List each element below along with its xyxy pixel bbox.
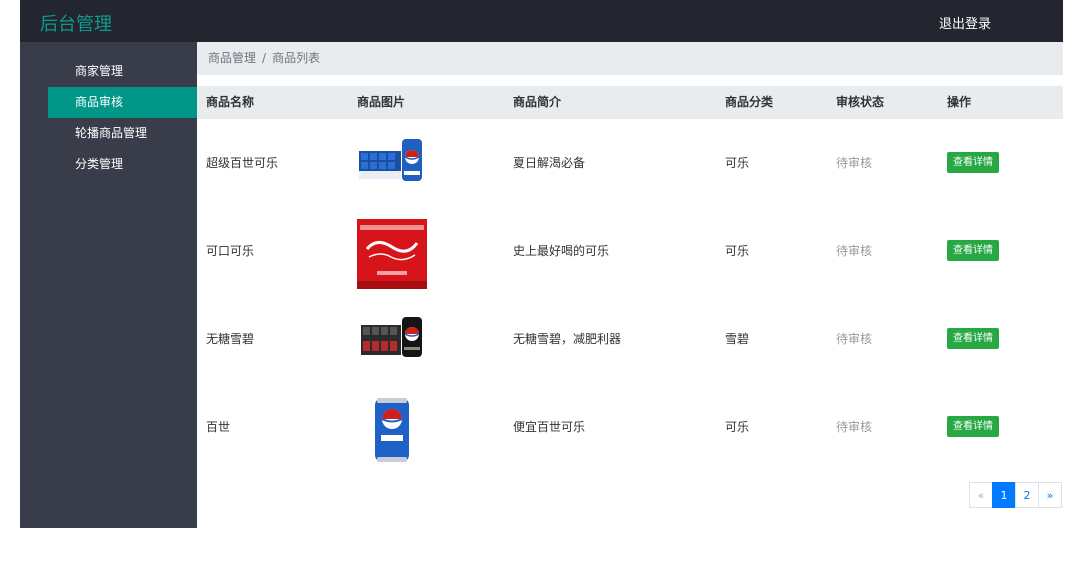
product-category: 可乐 — [725, 156, 750, 170]
column-header-image: 商品图片 — [357, 95, 406, 109]
pagination-next[interactable]: » — [1038, 482, 1062, 508]
coca-cola-box-icon — [357, 219, 427, 289]
pagination-page-1[interactable]: 1 — [992, 482, 1016, 508]
view-details-button[interactable]: 查看详情 — [947, 416, 999, 437]
sidebar-item-product-review[interactable]: 商品审核 — [48, 87, 197, 118]
product-name: 超级百世可乐 — [206, 156, 279, 170]
main-content: 商品管理 / 商品列表 商品名称 商品图片 商品简介 商品分类 审核状态 操作 超级… — [197, 42, 1063, 528]
breadcrumb-parent[interactable]: 商品管理 — [208, 51, 256, 65]
product-name: 百世 — [206, 420, 231, 434]
sidebar-item-label: 商家管理 — [75, 64, 124, 78]
table-row: 百世 便宜百世可乐 可乐 待审核 查看详情 — [197, 383, 1063, 471]
sidebar-item-label: 分类管理 — [75, 157, 124, 171]
product-name: 无糖雪碧 — [206, 332, 255, 346]
breadcrumb-separator: / — [262, 51, 267, 65]
product-name: 可口可乐 — [206, 244, 255, 258]
brand-title: 后台管理 — [40, 14, 112, 35]
column-header-action: 操作 — [947, 95, 972, 109]
sidebar-item-category[interactable]: 分类管理 — [48, 149, 197, 180]
product-category: 雪碧 — [725, 332, 750, 346]
review-status: 待审核 — [836, 244, 873, 258]
pagination: « 1 2 » — [969, 482, 1063, 508]
pagination-page-2[interactable]: 2 — [1015, 482, 1039, 508]
view-details-button[interactable]: 查看详情 — [947, 152, 999, 173]
review-status: 待审核 — [836, 420, 873, 434]
product-intro: 史上最好喝的可乐 — [513, 244, 610, 258]
table-row: 超级百世可乐 夏日解渴必备 可乐 待审核 查看详情 — [197, 119, 1063, 207]
review-status: 待审核 — [836, 332, 873, 346]
product-intro: 夏日解渴必备 — [513, 156, 586, 170]
pagination-prev[interactable]: « — [969, 482, 993, 508]
black-can-case-icon — [361, 317, 422, 357]
sidebar-item-merchant[interactable]: 商家管理 — [48, 56, 197, 87]
review-status: 待审核 — [836, 156, 873, 170]
top-bar: 后台管理 退出登录 — [20, 0, 1063, 42]
table-row: 可口可乐 史上最好喝的可乐 可乐 待审核 查看详情 — [197, 207, 1063, 295]
app-window: 后台管理 退出登录 商家管理 商品审核 轮播商品管理 分类管理 商品管理 / 商品列… — [20, 0, 1063, 528]
product-intro: 无糖雪碧，减肥利器 — [513, 332, 622, 346]
sidebar-item-carousel[interactable]: 轮播商品管理 — [48, 118, 197, 149]
sidebar-item-label: 轮播商品管理 — [75, 126, 148, 140]
pepsi-case-icon — [359, 139, 422, 181]
sidebar-item-label: 商品审核 — [75, 95, 124, 109]
logout-button[interactable]: 退出登录 — [939, 13, 991, 32]
product-intro: 便宜百世可乐 — [513, 420, 586, 434]
table-header: 商品名称 商品图片 商品简介 商品分类 审核状态 操作 — [197, 86, 1063, 119]
sidebar: 商家管理 商品审核 轮播商品管理 分类管理 — [20, 42, 197, 528]
pepsi-can-icon — [375, 398, 409, 462]
column-header-intro: 商品简介 — [513, 95, 562, 109]
column-header-status: 审核状态 — [836, 95, 885, 109]
view-details-button[interactable]: 查看详情 — [947, 328, 999, 349]
column-header-name: 商品名称 — [206, 95, 255, 109]
breadcrumb-current: 商品列表 — [272, 51, 321, 65]
table-row: 无糖雪碧 无糖雪碧，减肥利器 雪碧 待审核 查看详情 — [197, 295, 1063, 383]
column-header-category: 商品分类 — [725, 95, 774, 109]
breadcrumb: 商品管理 / 商品列表 — [197, 42, 1063, 75]
view-details-button[interactable]: 查看详情 — [947, 240, 999, 261]
product-category: 可乐 — [725, 244, 750, 258]
product-category: 可乐 — [725, 420, 750, 434]
